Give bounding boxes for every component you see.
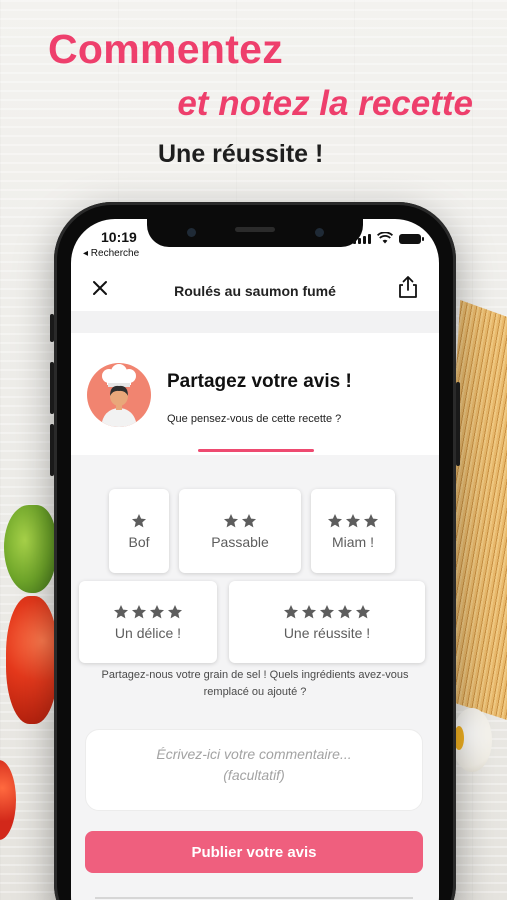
recipe-title: Roulés au saumon fumé xyxy=(174,283,336,299)
rating-label: Miam ! xyxy=(332,533,374,550)
status-time: 10:19 xyxy=(101,229,137,245)
star-rating xyxy=(131,513,147,529)
star-icon xyxy=(338,604,352,618)
star-rating xyxy=(113,604,183,620)
star-icon xyxy=(356,604,370,618)
review-subtitle: Que pensez-vous de cette recette ? xyxy=(167,413,342,425)
app-screen: 10:19 ◂ Recherche Roulés au saumon fumé xyxy=(71,219,439,900)
comment-textarea[interactable] xyxy=(86,730,422,810)
rating-option-4[interactable]: Un délice ! xyxy=(79,581,217,663)
basil-leaf-decoration xyxy=(4,505,56,593)
star-rating xyxy=(327,513,379,529)
egg-decoration xyxy=(452,708,492,772)
battery-icon xyxy=(399,234,424,244)
signal-icon xyxy=(353,234,371,244)
star-icon xyxy=(168,604,182,618)
publish-review-button[interactable]: Publier votre avis xyxy=(85,831,423,873)
rating-label: Une réussite ! xyxy=(283,624,371,641)
comment-field-container xyxy=(85,729,423,811)
star-icon xyxy=(364,513,378,527)
star-icon xyxy=(242,513,256,527)
star-icon xyxy=(224,513,238,527)
rating-option-5[interactable]: Une réussite ! xyxy=(229,581,425,663)
bottom-divider xyxy=(95,897,413,899)
active-tab-indicator xyxy=(198,449,314,452)
star-icon xyxy=(320,604,334,618)
star-icon xyxy=(114,604,128,618)
review-title: Partagez votre avis ! xyxy=(167,371,352,392)
spaghetti-decoration xyxy=(450,300,507,720)
promo-title: Commentez xyxy=(48,26,284,72)
star-icon xyxy=(346,513,360,527)
star-icon xyxy=(302,604,316,618)
review-header: Partagez votre avis ! Que pensez-vous de… xyxy=(71,333,439,455)
promo-tagline: Une réussite ! xyxy=(158,140,324,168)
promo-subtitle: et notez la recette xyxy=(177,84,473,123)
star-icon xyxy=(284,604,298,618)
star-icon xyxy=(132,513,146,527)
share-icon[interactable] xyxy=(397,275,419,299)
back-to-search-link[interactable]: ◂ Recherche xyxy=(83,248,139,259)
star-rating xyxy=(283,604,371,620)
phone-notch xyxy=(147,219,363,247)
star-icon xyxy=(150,604,164,618)
rating-label: Un délice ! xyxy=(114,624,182,641)
status-icons xyxy=(353,232,424,244)
star-icon xyxy=(132,604,146,618)
separator xyxy=(71,311,439,333)
star-rating xyxy=(223,513,257,529)
review-form: Bof Passable Miam ! Un délice ! Une réus… xyxy=(71,455,439,900)
rating-option-1[interactable]: Bof xyxy=(109,489,169,573)
rating-option-2[interactable]: Passable xyxy=(179,489,301,573)
rating-label: Bof xyxy=(128,533,150,550)
rating-option-3[interactable]: Miam ! xyxy=(311,489,395,573)
star-icon xyxy=(328,513,342,527)
phone-frame: 10:19 ◂ Recherche Roulés au saumon fumé xyxy=(50,202,460,900)
tomato-decoration xyxy=(6,596,58,724)
wifi-icon xyxy=(377,232,393,244)
helper-text: Partagez-nous votre grain de sel ! Quels… xyxy=(101,669,409,698)
chef-avatar xyxy=(87,363,151,427)
top-nav-bar: Roulés au saumon fumé xyxy=(71,271,439,311)
rating-label: Passable xyxy=(211,533,269,550)
